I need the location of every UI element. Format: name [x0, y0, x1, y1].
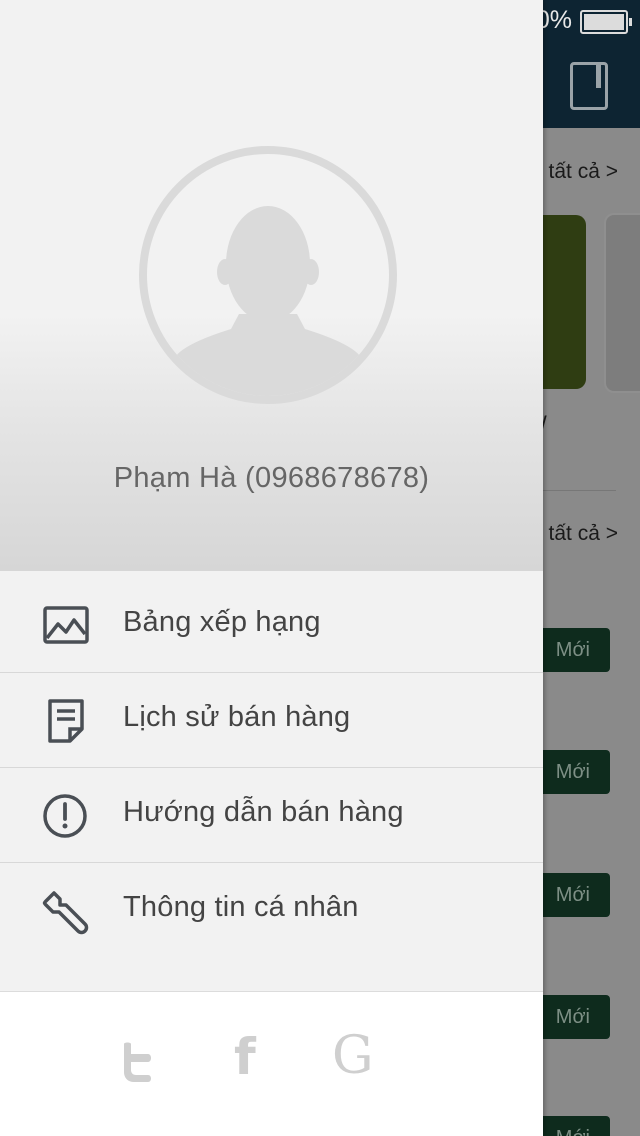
menu-item-label: Hướng dẫn bán hàng: [123, 796, 404, 828]
new-badge[interactable]: Mới: [532, 873, 610, 917]
profile-name: Phạm Hà (0968678678): [113, 462, 430, 494]
chart-image-icon: [40, 602, 92, 650]
wrench-icon: [40, 887, 92, 935]
screen: 0% tất cả > / tất cả > Mới Mới Mới Mới M…: [0, 0, 640, 1136]
new-badge[interactable]: Mới: [532, 1116, 610, 1136]
twitter-icon[interactable]: [120, 1042, 154, 1087]
see-all-link[interactable]: tất cả >: [549, 522, 618, 546]
navigation-drawer: Phạm Hà (0968678678) Bảng xếp hạng Lịch …: [0, 0, 543, 1136]
google-icon[interactable]: G: [332, 1026, 374, 1086]
menu-item-label: Bảng xếp hạng: [123, 606, 321, 638]
facebook-icon[interactable]: f: [234, 1028, 256, 1086]
notebook-icon[interactable]: [570, 62, 608, 110]
new-badge[interactable]: Mới: [532, 995, 610, 1039]
profile-header: Phạm Hà (0968678678): [0, 0, 543, 571]
social-bar: f G: [0, 991, 543, 1136]
menu-item-sales-guide[interactable]: Hướng dẫn bán hàng: [0, 768, 543, 863]
drawer-menu: Bảng xếp hạng Lịch sử bán hàng Hướng dẫn…: [0, 578, 543, 957]
document-history-icon: [40, 697, 92, 745]
menu-item-leaderboard[interactable]: Bảng xếp hạng: [0, 578, 543, 673]
new-badge[interactable]: Mới: [532, 628, 610, 672]
divider: [540, 490, 616, 491]
menu-item-personal-info[interactable]: Thông tin cá nhân: [0, 863, 543, 957]
person-silhouette-icon: [169, 206, 367, 396]
avatar[interactable]: [139, 146, 397, 404]
product-tile[interactable]: [604, 213, 640, 393]
see-all-link[interactable]: tất cả >: [549, 160, 618, 184]
menu-item-label: Lịch sử bán hàng: [123, 701, 351, 733]
menu-item-sales-history[interactable]: Lịch sử bán hàng: [0, 673, 543, 768]
menu-item-label: Thông tin cá nhân: [123, 891, 359, 923]
new-badge[interactable]: Mới: [532, 750, 610, 794]
exclamation-circle-icon: [40, 792, 92, 840]
battery-icon: [580, 10, 632, 34]
